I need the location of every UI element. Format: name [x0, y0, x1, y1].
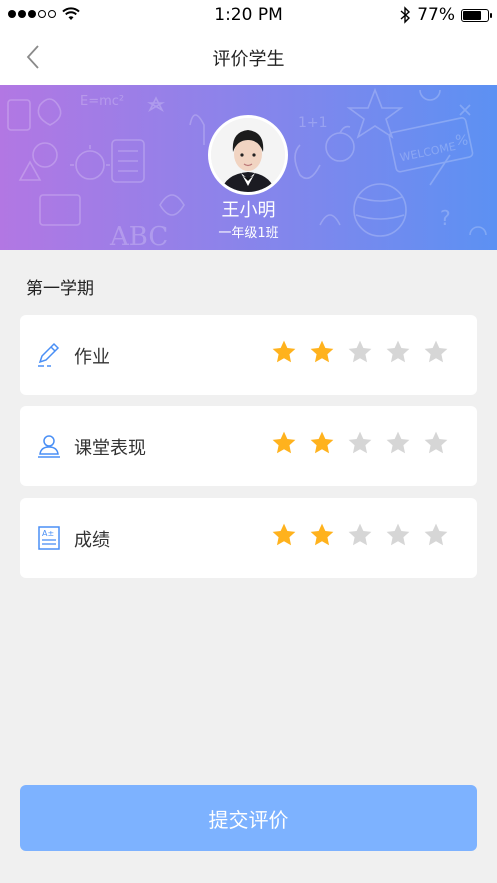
star-filled-icon[interactable] — [271, 522, 297, 548]
term-title: 第一学期 — [26, 279, 94, 299]
rating-card-homework: 作业 — [20, 315, 477, 395]
star-filled-icon[interactable] — [271, 339, 297, 365]
status-right: 77% — [399, 5, 492, 25]
star-empty-icon[interactable] — [423, 430, 449, 456]
student-avatar — [208, 115, 288, 195]
rating-card-classroom: 课堂表现 — [20, 406, 477, 486]
pencil-icon — [38, 342, 60, 367]
star-filled-icon[interactable] — [309, 339, 335, 365]
star-filled-icon[interactable] — [309, 430, 335, 456]
student-banner: E=mc² ABC 1+1 WELCOME ? % 王小明 一年级1班 — [0, 85, 497, 250]
star-empty-icon[interactable] — [385, 522, 411, 548]
star-empty-icon[interactable] — [347, 339, 373, 365]
student-class: 一年级1班 — [218, 226, 279, 241]
battery-fill — [463, 10, 482, 20]
avatar-photo — [211, 118, 285, 192]
star-empty-icon[interactable] — [347, 430, 373, 456]
star-rating — [271, 430, 449, 456]
student-name: 王小明 — [221, 200, 276, 221]
rating-label: 课堂表现 — [74, 438, 146, 459]
battery-icon — [461, 8, 492, 22]
svg-text:WELCOME: WELCOME — [399, 140, 457, 165]
rating-label: 成绩 — [74, 530, 110, 551]
svg-text:1+1: 1+1 — [298, 115, 328, 131]
status-bar: 1:20 PM 77% — [0, 0, 497, 30]
star-empty-icon[interactable] — [423, 522, 449, 548]
report-icon: A± — [38, 526, 60, 550]
star-rating — [271, 339, 449, 365]
svg-text:A±: A± — [42, 529, 54, 538]
submit-evaluation-button[interactable]: 提交评价 — [20, 785, 477, 851]
svg-text:E=mc²: E=mc² — [80, 94, 124, 109]
rating-card-grades: A± 成绩 — [20, 498, 477, 578]
star-filled-icon[interactable] — [271, 430, 297, 456]
nav-bar: 评价学生 — [0, 30, 497, 85]
page-title: 评价学生 — [212, 49, 285, 70]
star-rating — [271, 522, 449, 548]
person-icon — [38, 435, 60, 458]
bluetooth-icon — [400, 6, 411, 24]
rating-label: 作业 — [74, 347, 110, 368]
svg-text:%: % — [455, 133, 468, 149]
star-empty-icon[interactable] — [385, 339, 411, 365]
star-filled-icon[interactable] — [309, 522, 335, 548]
battery-percent: 77% — [417, 5, 455, 25]
star-empty-icon[interactable] — [385, 430, 411, 456]
star-empty-icon[interactable] — [423, 339, 449, 365]
star-empty-icon[interactable] — [347, 522, 373, 548]
